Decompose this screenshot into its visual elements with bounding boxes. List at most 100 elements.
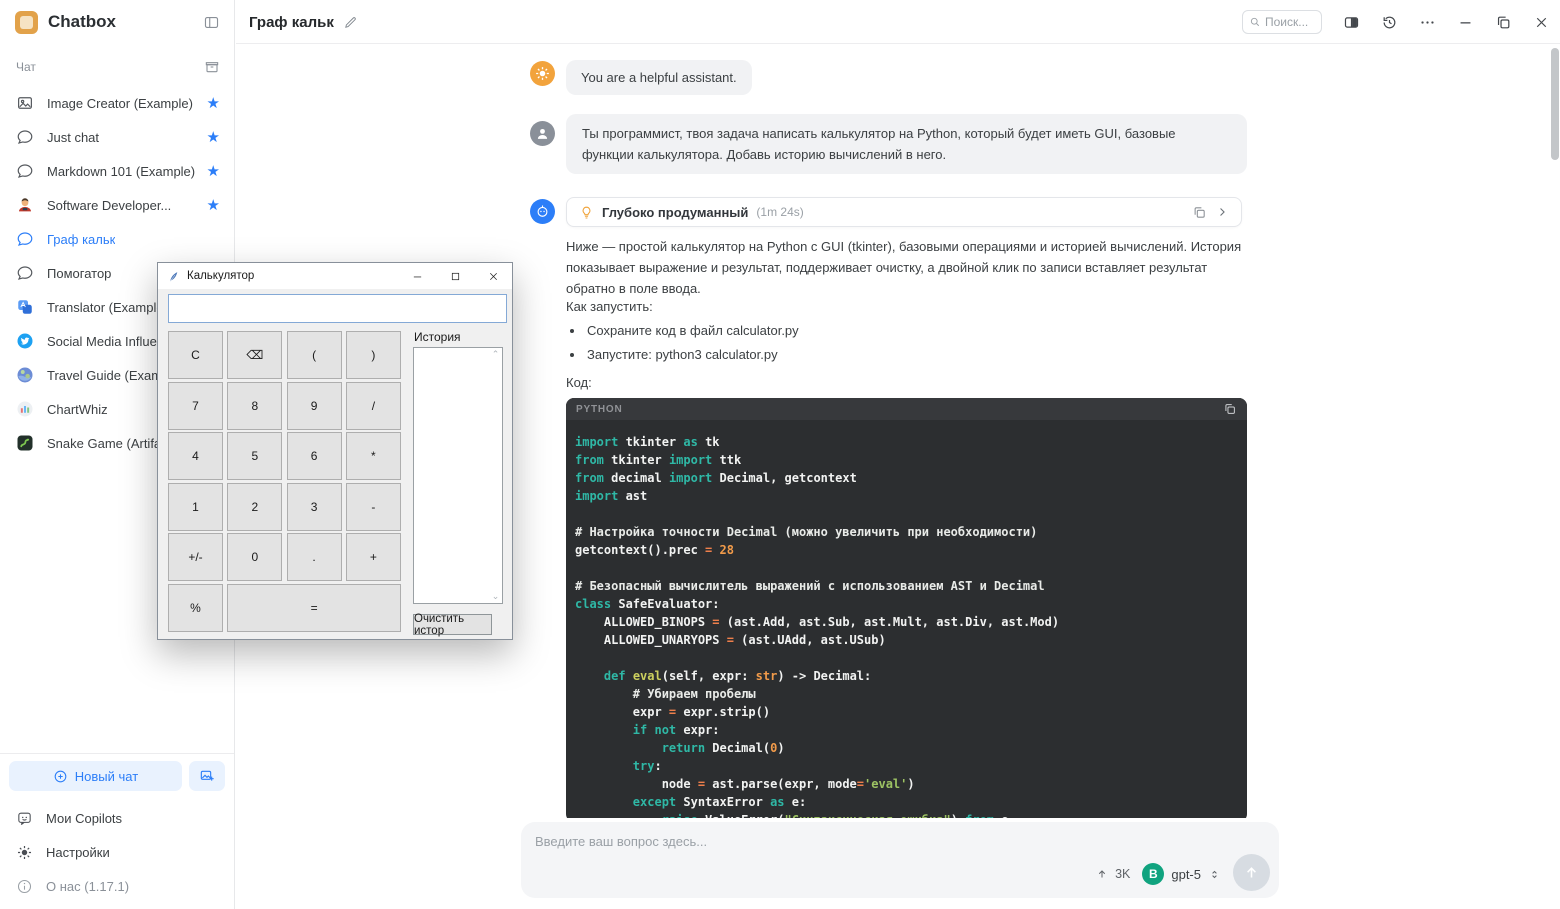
clear-history-button[interactable]: Очистить истор bbox=[413, 614, 492, 635]
star-icon[interactable]: ★ bbox=[207, 198, 220, 213]
calc-key-=[interactable]: = bbox=[227, 584, 401, 632]
minimize-icon[interactable] bbox=[1457, 14, 1474, 31]
restore-icon[interactable] bbox=[1495, 14, 1512, 31]
search-input[interactable] bbox=[1265, 15, 1315, 29]
close-icon[interactable] bbox=[1533, 14, 1550, 31]
travel-icon bbox=[16, 366, 34, 384]
calculator-entry[interactable] bbox=[168, 294, 507, 323]
main-header: Граф кальк bbox=[236, 0, 1560, 44]
model-name[interactable]: gpt-5 bbox=[1171, 867, 1201, 882]
sidebar-footer: Новый чат Мои CopilotsНастройки О нас (1.… bbox=[0, 753, 234, 909]
sidebar-item-my-copilots[interactable]: Мои Copilots bbox=[0, 801, 234, 835]
assistant-avatar bbox=[530, 199, 555, 224]
sidebar-item-markdown-101[interactable]: Markdown 101 (Example) ★ bbox=[0, 154, 234, 188]
chevron-right-icon[interactable] bbox=[1215, 205, 1229, 219]
run-step: Сохраните код в файл calculator.py bbox=[585, 320, 1249, 341]
send-arrow-icon bbox=[1243, 864, 1260, 881]
calc-key-)[interactable]: ) bbox=[346, 331, 401, 379]
chat-item-label: Image Creator (Example) bbox=[47, 96, 193, 111]
calc-key-C[interactable]: C bbox=[168, 331, 223, 379]
send-button[interactable] bbox=[1233, 854, 1270, 891]
code-line bbox=[575, 505, 1237, 523]
scroll-down-icon[interactable]: ⌄ bbox=[492, 592, 500, 601]
calc-key-+/-[interactable]: +/- bbox=[168, 533, 223, 581]
calc-maximize-button[interactable] bbox=[436, 263, 474, 289]
ellipsis-icon[interactable] bbox=[1419, 14, 1436, 31]
code-line: import ast bbox=[575, 487, 1237, 505]
sidebar-item-software-developer[interactable]: Software Developer...★ bbox=[0, 188, 234, 222]
code-copy-icon[interactable] bbox=[1223, 402, 1237, 416]
bubble-icon bbox=[16, 128, 34, 146]
code-line: from decimal import Decimal, getcontext bbox=[575, 469, 1237, 487]
composer[interactable]: 3K B gpt-5 bbox=[521, 822, 1279, 898]
thinking-card[interactable]: Глубоко продуманный (1m 24s) bbox=[566, 197, 1242, 227]
history-icon[interactable] bbox=[1381, 14, 1398, 31]
calc-close-button[interactable] bbox=[474, 263, 512, 289]
sidebar-item-about[interactable]: О нас (1.17.1) bbox=[0, 869, 234, 903]
sidebar-collapse-icon[interactable] bbox=[203, 14, 220, 31]
star-icon[interactable]: ★ bbox=[207, 130, 220, 145]
columns-icon[interactable] bbox=[1343, 14, 1360, 31]
calc-key-8[interactable]: 8 bbox=[227, 382, 282, 430]
search-box[interactable] bbox=[1242, 10, 1322, 34]
calc-key-6[interactable]: 6 bbox=[287, 432, 342, 480]
model-select-icon[interactable] bbox=[1208, 868, 1221, 881]
calculator-window[interactable]: Калькулятор C⌫()789/456*123-+/-0.+%= Ист… bbox=[157, 262, 513, 640]
chat-item-label: Markdown 101 (Example) bbox=[47, 164, 195, 179]
star-icon[interactable]: ★ bbox=[207, 164, 220, 179]
calc-key-5[interactable]: 5 bbox=[227, 432, 282, 480]
calc-key-%[interactable]: % bbox=[168, 584, 223, 632]
code-line: ALLOWED_BINOPS = (ast.Add, ast.Sub, ast.… bbox=[575, 613, 1237, 631]
code-line: node = ast.parse(expr, mode='eval') bbox=[575, 775, 1237, 793]
archive-icon[interactable] bbox=[204, 59, 220, 75]
message-input[interactable] bbox=[535, 834, 1135, 849]
calculator-titlebar[interactable]: Калькулятор bbox=[158, 263, 512, 289]
thinking-title: Глубоко продуманный bbox=[602, 205, 748, 220]
calc-key-.[interactable]: . bbox=[287, 533, 342, 581]
calc-key--[interactable]: - bbox=[346, 483, 401, 531]
translator-icon bbox=[16, 298, 34, 316]
model-provider-badge[interactable]: B bbox=[1142, 863, 1164, 885]
calc-key-+[interactable]: + bbox=[346, 533, 401, 581]
calc-key-0[interactable]: 0 bbox=[227, 533, 282, 581]
code-line: if not expr: bbox=[575, 721, 1237, 739]
composer-strip: 3K B gpt-5 bbox=[236, 818, 1560, 909]
chat-item-label: Snake Game (Artifact. bbox=[47, 436, 175, 451]
minimize-icon bbox=[412, 271, 423, 282]
user-message: Ты программист, твоя задача написать кал… bbox=[566, 114, 1247, 174]
calc-minimize-button[interactable] bbox=[398, 263, 436, 289]
calc-key-([interactable]: ( bbox=[287, 331, 342, 379]
history-scrollbar[interactable]: ⌃ ⌄ bbox=[489, 348, 502, 603]
sidebar-item-settings[interactable]: Настройки bbox=[0, 835, 234, 869]
close-icon bbox=[488, 271, 499, 282]
chat-item-label: Граф кальк bbox=[47, 232, 115, 247]
code-line: expr = expr.strip() bbox=[575, 703, 1237, 721]
star-icon[interactable]: ★ bbox=[207, 96, 220, 111]
robot-icon bbox=[534, 203, 551, 220]
calc-key-3[interactable]: 3 bbox=[287, 483, 342, 531]
calc-key-4[interactable]: 4 bbox=[168, 432, 223, 480]
sidebar-item-just-chat[interactable]: Just chat★ bbox=[0, 120, 234, 154]
scrollbar-thumb[interactable] bbox=[1551, 48, 1559, 160]
calc-key-⌫[interactable]: ⌫ bbox=[227, 331, 282, 379]
calc-key-7[interactable]: 7 bbox=[168, 382, 223, 430]
history-listbox[interactable]: ⌃ ⌄ bbox=[413, 347, 503, 604]
new-chat-button[interactable]: Новый чат bbox=[9, 761, 182, 791]
code-line: return Decimal(0) bbox=[575, 739, 1237, 757]
copy-icon[interactable] bbox=[1192, 205, 1207, 220]
info-icon bbox=[16, 878, 33, 895]
calc-key-2[interactable]: 2 bbox=[227, 483, 282, 531]
menu-item-label: О нас (1.17.1) bbox=[46, 879, 129, 894]
chart-icon bbox=[16, 400, 34, 418]
calc-key-1[interactable]: 1 bbox=[168, 483, 223, 531]
code-line: except SyntaxError as e: bbox=[575, 793, 1237, 811]
edit-title-icon[interactable] bbox=[343, 15, 358, 30]
chat-section-label: Чат bbox=[16, 60, 204, 74]
calc-key-9[interactable]: 9 bbox=[287, 382, 342, 430]
calc-key-/[interactable]: / bbox=[346, 382, 401, 430]
calc-key-*[interactable]: * bbox=[346, 432, 401, 480]
sidebar-item-graf-kalk[interactable]: Граф кальк bbox=[0, 222, 234, 256]
sidebar-item-image-creator[interactable]: Image Creator (Example) ★ bbox=[0, 86, 234, 120]
scroll-up-icon[interactable]: ⌃ bbox=[492, 350, 500, 359]
new-image-button[interactable] bbox=[189, 761, 225, 791]
